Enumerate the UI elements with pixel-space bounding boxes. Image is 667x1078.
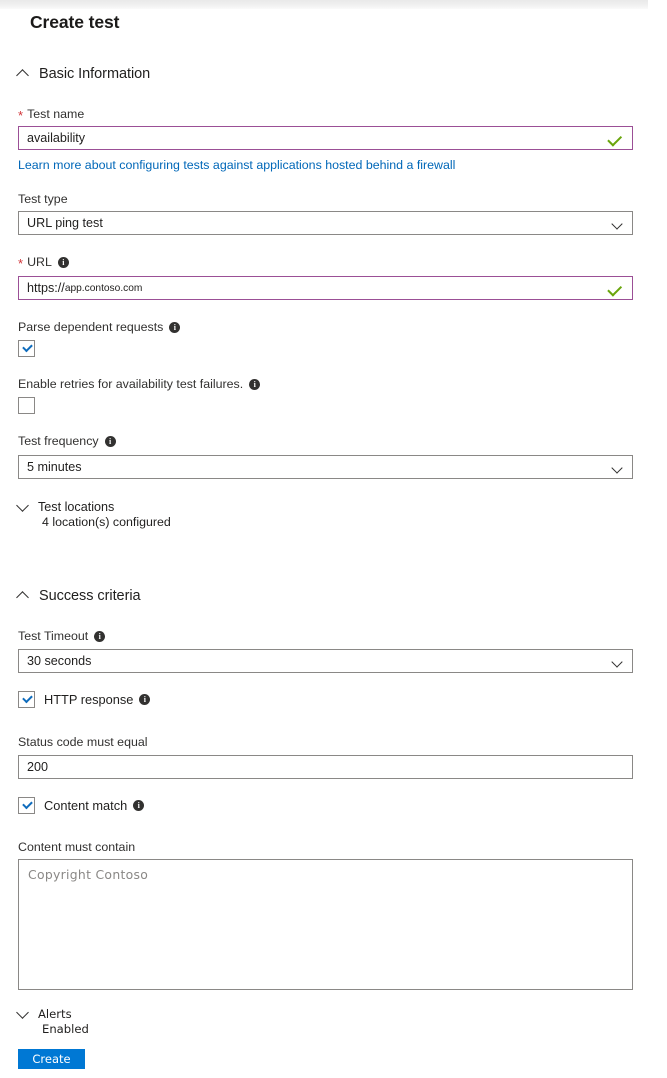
alerts-group[interactable]: Alerts Enabled bbox=[16, 1007, 89, 1036]
test-type-select[interactable]: URL ping test bbox=[18, 211, 633, 235]
info-icon[interactable]: i bbox=[57, 256, 69, 268]
info-icon[interactable]: i bbox=[249, 378, 261, 390]
url-input[interactable]: https://app.contoso.com bbox=[18, 276, 633, 300]
chevron-down-icon bbox=[613, 658, 622, 667]
alerts-header[interactable]: Alerts bbox=[16, 1007, 89, 1021]
required-asterisk: * bbox=[18, 107, 24, 123]
chevron-up-icon bbox=[16, 67, 30, 81]
label-test-timeout-text: Test Timeout bbox=[18, 629, 89, 643]
label-http-response-text: HTTP response bbox=[44, 692, 134, 707]
label-content-match: Content match i bbox=[44, 798, 145, 813]
alerts-subtitle: Enabled bbox=[42, 1022, 89, 1036]
label-enable-retries-text: Enable retries for availability test fai… bbox=[18, 377, 244, 391]
label-url: * URL i bbox=[18, 255, 69, 271]
test-locations-title: Test locations bbox=[38, 500, 115, 514]
info-icon[interactable]: i bbox=[169, 321, 181, 333]
test-locations-subtitle: 4 location(s) configured bbox=[42, 515, 171, 529]
page-title: Create test bbox=[30, 12, 120, 32]
url-value-scheme: https:// bbox=[27, 281, 65, 295]
test-locations-header[interactable]: Test locations bbox=[16, 500, 171, 514]
label-test-timeout: Test Timeout i bbox=[18, 629, 106, 643]
url-value-host: app.contoso.com bbox=[64, 283, 143, 294]
label-test-frequency: Test frequency i bbox=[18, 434, 116, 448]
content-must-contain-placeholder: Copyright Contoso bbox=[28, 867, 149, 882]
top-chrome-band bbox=[0, 0, 648, 9]
test-frequency-select[interactable]: 5 minutes bbox=[18, 455, 633, 479]
chevron-down-icon bbox=[613, 464, 622, 473]
create-button[interactable]: Create bbox=[18, 1049, 85, 1069]
chevron-down-icon bbox=[16, 500, 30, 514]
label-parse-dependent-requests: Parse dependent requests i bbox=[18, 320, 181, 334]
content-must-contain-textarea[interactable]: Copyright Contoso bbox=[18, 859, 633, 990]
valid-check-icon bbox=[607, 281, 623, 297]
label-test-type-text: Test type bbox=[18, 192, 68, 206]
content-match-row[interactable]: Content match i bbox=[18, 797, 145, 814]
label-status-code: Status code must equal bbox=[18, 735, 148, 749]
test-name-input[interactable]: availability bbox=[18, 126, 633, 150]
http-response-checkbox[interactable] bbox=[18, 691, 35, 708]
create-test-page: Create test Basic Information * Test nam… bbox=[0, 0, 667, 1078]
test-type-value: URL ping test bbox=[27, 216, 103, 230]
required-asterisk: * bbox=[18, 255, 24, 271]
section-header-success-criteria[interactable]: Success criteria bbox=[16, 588, 141, 604]
info-icon[interactable]: i bbox=[139, 694, 151, 705]
label-test-name: * Test name bbox=[18, 107, 85, 123]
http-response-row[interactable]: HTTP response i bbox=[18, 691, 151, 708]
learn-more-link[interactable]: Learn more about configuring tests again… bbox=[18, 158, 455, 172]
test-name-value: availability bbox=[27, 131, 86, 145]
label-http-response: HTTP response i bbox=[44, 692, 151, 707]
test-locations-group[interactable]: Test locations 4 location(s) configured bbox=[16, 500, 171, 529]
info-icon[interactable]: i bbox=[133, 800, 145, 811]
test-timeout-select[interactable]: 30 seconds bbox=[18, 649, 633, 673]
label-content-must-contain-text: Content must contain bbox=[18, 840, 136, 854]
label-status-code-text: Status code must equal bbox=[18, 735, 148, 749]
label-content-match-text: Content match bbox=[44, 798, 128, 813]
label-content-must-contain: Content must contain bbox=[18, 840, 135, 854]
valid-check-icon bbox=[607, 131, 623, 147]
info-icon[interactable]: i bbox=[104, 435, 116, 447]
chevron-down-icon bbox=[613, 220, 622, 229]
section-label-basic-information: Basic Information bbox=[39, 66, 151, 82]
section-header-basic-information[interactable]: Basic Information bbox=[16, 66, 150, 82]
test-frequency-value: 5 minutes bbox=[27, 460, 82, 474]
label-test-name-text: Test name bbox=[27, 107, 85, 121]
status-code-input[interactable]: 200 bbox=[18, 755, 633, 779]
test-timeout-value: 30 seconds bbox=[27, 654, 92, 668]
label-parse-dependent-requests-text: Parse dependent requests bbox=[18, 320, 164, 334]
chevron-down-icon bbox=[16, 1007, 30, 1021]
chevron-up-icon bbox=[16, 589, 30, 603]
content-match-checkbox[interactable] bbox=[18, 797, 35, 814]
info-icon[interactable]: i bbox=[94, 630, 106, 642]
label-test-frequency-text: Test frequency bbox=[18, 434, 99, 448]
label-test-type: Test type bbox=[18, 192, 68, 206]
status-code-value: 200 bbox=[27, 760, 49, 774]
alerts-title: Alerts bbox=[38, 1007, 72, 1021]
label-enable-retries: Enable retries for availability test fai… bbox=[18, 377, 261, 391]
section-label-success-criteria: Success criteria bbox=[39, 588, 141, 604]
label-url-text: URL bbox=[27, 255, 52, 269]
enable-retries-checkbox[interactable] bbox=[18, 397, 35, 414]
parse-dependent-requests-checkbox[interactable] bbox=[18, 340, 35, 357]
